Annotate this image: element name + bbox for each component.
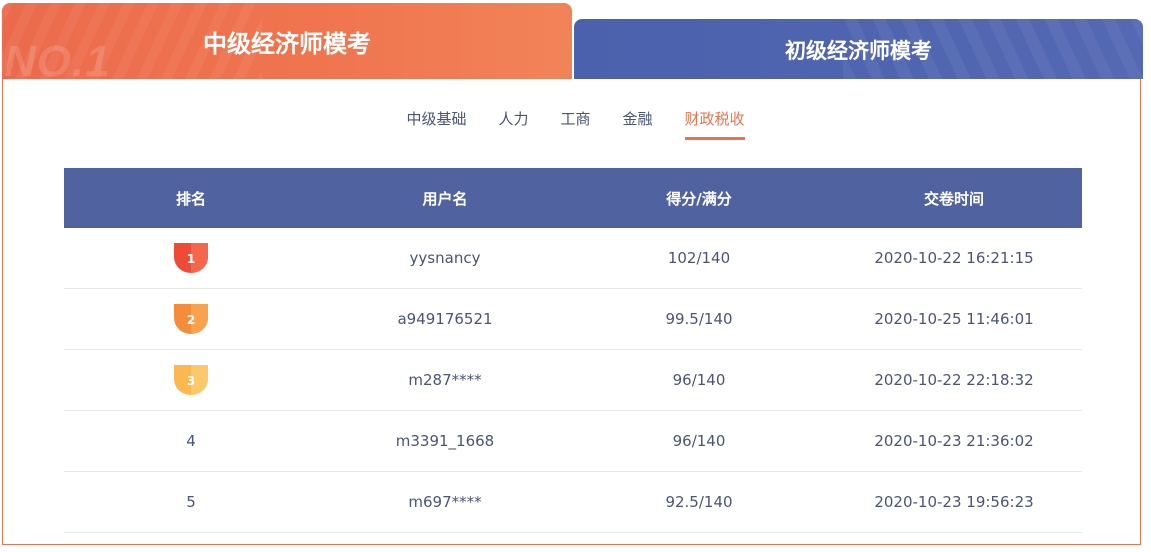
- rank-number: 1: [186, 252, 196, 266]
- subtab-basics[interactable]: 中级基础: [406, 108, 466, 140]
- score-cell: 96/140: [672, 432, 726, 450]
- time-cell: 2020-10-23 21:36:02: [874, 432, 1034, 450]
- score-cell: 99.5/140: [665, 310, 733, 328]
- username-cell: yysnancy: [409, 249, 481, 267]
- table-row: 5 m697**** 92.5/140 2020-10-23 19:56:23: [64, 472, 1082, 533]
- table-header: 排名 用户名 得分/满分 交卷时间: [64, 168, 1082, 228]
- rank-medal-icon: 1: [174, 243, 208, 273]
- table-row: 3 m287**** 96/140 2020-10-22 22:18:32: [64, 350, 1082, 411]
- tab-watermark: NO.1: [4, 37, 111, 79]
- table-row: 4 m3391_1668 96/140 2020-10-23 21:36:02: [64, 411, 1082, 472]
- header-submit-time: 交卷时间: [923, 189, 984, 208]
- score-cell: 102/140: [667, 249, 731, 267]
- subtab-finance[interactable]: 金融: [623, 108, 653, 140]
- table-row: 2 a949176521 99.5/140 2020-10-25 11:46:0…: [64, 289, 1082, 350]
- time-cell: 2020-10-22 22:18:32: [874, 371, 1034, 389]
- tab-junior-mock[interactable]: 初级经济师模考: [574, 19, 1143, 79]
- tab-intermediate-mock[interactable]: NO.1 中级经济师模考: [2, 3, 572, 79]
- ranking-table: 排名 用户名 得分/满分 交卷时间 1 yysnancy 102/140 202…: [64, 168, 1082, 533]
- rank-number: 2: [186, 313, 196, 327]
- subtab-hr[interactable]: 人力: [498, 108, 528, 140]
- rank-cell: 4: [186, 432, 196, 450]
- header-username: 用户名: [422, 189, 468, 208]
- time-cell: 2020-10-22 16:21:15: [874, 249, 1034, 267]
- rank-cell: 3: [64, 350, 318, 410]
- header-rank: 排名: [175, 189, 206, 208]
- rank-cell: 5: [186, 493, 196, 511]
- username-cell: a949176521: [397, 310, 493, 328]
- username-cell: m287****: [408, 371, 482, 389]
- rank-number: 3: [186, 374, 196, 388]
- time-cell: 2020-10-25 11:46:01: [874, 310, 1034, 328]
- username-cell: m3391_1668: [395, 432, 495, 450]
- rank-medal-icon: 2: [174, 304, 208, 334]
- tab-intermediate-label: 中级经济师模考: [203, 29, 371, 58]
- tab-junior-label: 初级经济师模考: [785, 39, 932, 63]
- subtab-fiscal-tax[interactable]: 财政税收: [684, 108, 745, 140]
- score-cell: 92.5/140: [665, 493, 733, 511]
- time-cell: 2020-10-23 19:56:23: [874, 493, 1034, 511]
- rank-cell: 1: [64, 228, 318, 288]
- subtab-business[interactable]: 工商: [560, 108, 590, 140]
- subject-tabs: 中级基础 人力 工商 金融 财政税收: [0, 108, 1151, 148]
- table-row: 1 yysnancy 102/140 2020-10-22 16:21:15: [64, 228, 1082, 289]
- header-score: 得分/满分: [666, 189, 732, 208]
- rank-medal-icon: 3: [174, 365, 208, 395]
- score-cell: 96/140: [672, 371, 726, 389]
- rank-cell: 2: [64, 289, 318, 349]
- username-cell: m697****: [408, 493, 482, 511]
